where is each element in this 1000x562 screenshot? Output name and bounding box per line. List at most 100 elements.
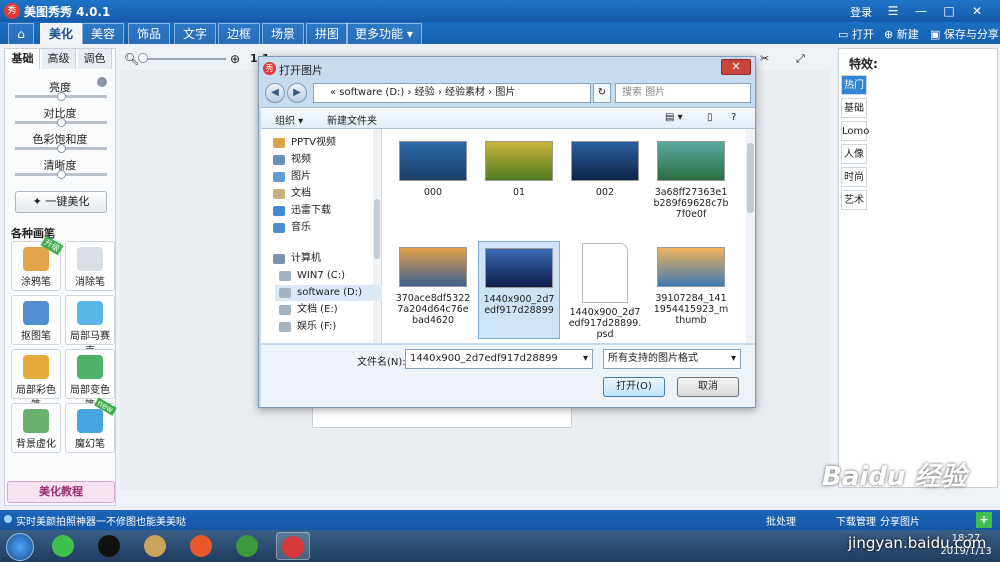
open-action[interactable]: ▭ 打开	[838, 26, 874, 42]
brush-tool-0[interactable]: 涂鸦笔 升级	[11, 235, 64, 291]
brush-tool-4[interactable]: 局部彩色笔	[11, 349, 61, 411]
skin-icon[interactable]: ☰	[884, 3, 902, 19]
file-item[interactable]: 000	[392, 135, 474, 233]
maximize-button[interactable]: □	[940, 3, 958, 19]
effect-tab-3[interactable]: 人像	[841, 144, 867, 164]
resize-icon[interactable]: ⤢	[796, 52, 805, 66]
file-item[interactable]: 370ace8df53227a204d64c76ebad4620	[392, 241, 474, 339]
nav-item-8[interactable]: software (D:)	[275, 285, 383, 301]
brush-label: 涂鸦笔	[21, 277, 51, 288]
menu-tab-6[interactable]: 拼图	[306, 23, 349, 44]
filetype-select[interactable]: 所有支持的图片格式 ▾	[603, 349, 741, 369]
menu-tab-5[interactable]: 场景	[262, 23, 305, 44]
filename-field[interactable]: 1440x900_2d7edf917d28899 ▾	[405, 349, 593, 369]
folder-icon: ▭	[838, 28, 852, 41]
nav-item-4[interactable]: 迅雷下载	[269, 203, 377, 219]
taskbar-app-1[interactable]	[92, 532, 126, 560]
file-item[interactable]: 3a68ff27363e1b289f69628c7b7f0e0f	[650, 135, 732, 233]
brush-tool-5[interactable]: 局部变色笔	[65, 349, 115, 411]
view-options-icon[interactable]: ▤ ▾	[665, 112, 683, 123]
effect-tab-5[interactable]: 艺术	[841, 190, 867, 210]
brush-tool-3[interactable]: 局部马赛克	[65, 295, 115, 357]
nav-item-label: 文档 (E:)	[297, 304, 338, 315]
login-link[interactable]: 登录	[850, 4, 872, 20]
zoom-slider[interactable]	[142, 58, 226, 60]
menu-tab-3[interactable]: 文字	[174, 23, 217, 44]
effect-tab-1[interactable]: 基础	[841, 98, 867, 118]
menu-tab-4[interactable]: 边框	[218, 23, 261, 44]
file-scrollbar[interactable]	[746, 129, 755, 343]
effect-tab-4[interactable]: 时尚	[841, 167, 867, 187]
brush-tool-6[interactable]: 背景虚化	[11, 403, 61, 453]
file-name: 1440x900_2d7edf917d28899.psd	[568, 307, 642, 340]
help-icon[interactable]: ?	[731, 112, 736, 123]
menu-tab-2[interactable]: 饰品	[128, 23, 171, 44]
file-item[interactable]: 1440x900_2d7edf917d28899	[478, 241, 560, 339]
batch-link[interactable]: 批处理	[766, 513, 796, 528]
search-input[interactable]: 搜索 图片	[615, 83, 751, 103]
nav-item-9[interactable]: 文档 (E:)	[275, 302, 383, 318]
file-item[interactable]: 1440x900_2d7edf917d28899.psd	[564, 241, 646, 340]
taskbar-app-4[interactable]	[230, 532, 264, 560]
nav-item-6[interactable]: 计算机	[269, 251, 377, 267]
dialog-close-button[interactable]: ✕	[721, 59, 751, 75]
file-item[interactable]: 01	[478, 135, 560, 233]
status-text[interactable]: 实时美颜拍照神器一不修图也能美美哒	[16, 513, 186, 528]
refresh-icon[interactable]: ↻	[593, 83, 611, 103]
zoom-out-icon[interactable]: 🔍︎	[124, 52, 139, 66]
cancel-button[interactable]: 取消	[677, 377, 739, 397]
slider-knob[interactable]	[57, 170, 66, 179]
baidu-watermark-url: jingyan.baidu.com	[848, 534, 987, 552]
new-folder-button[interactable]: 新建文件夹	[327, 112, 377, 127]
menu-tab-0[interactable]: 美化	[40, 23, 83, 44]
tutorial-button[interactable]: 美化教程	[7, 481, 115, 503]
new-action[interactable]: ⊕ 新建	[884, 26, 919, 42]
save-share-action[interactable]: ▣ 保存与分享	[930, 26, 999, 42]
open-button[interactable]: 打开(O)	[603, 377, 665, 397]
menu-tab-1[interactable]: 美容	[82, 23, 125, 44]
menu-tab-7[interactable]: 更多功能 ▾	[346, 23, 422, 44]
taskbar-app-3[interactable]	[184, 532, 218, 560]
nav-item-1[interactable]: 视频	[269, 152, 377, 168]
slider-knob[interactable]	[57, 144, 66, 153]
nav-item-5[interactable]: 音乐	[269, 220, 377, 236]
start-button[interactable]	[6, 533, 34, 561]
download-link[interactable]: 下载管理	[836, 513, 876, 528]
taskbar-app-2[interactable]	[138, 532, 172, 560]
slider-knob[interactable]	[57, 118, 66, 127]
left-tab-1[interactable]: 高级	[42, 49, 76, 69]
nav-item-2[interactable]: 图片	[269, 169, 377, 185]
left-tab-0[interactable]: 基础	[6, 49, 40, 69]
file-scroll-thumb[interactable]	[747, 143, 754, 213]
nav-item-3[interactable]: 文档	[269, 186, 377, 202]
forward-arrow-icon[interactable]: ▶	[287, 83, 307, 103]
add-icon[interactable]: +	[976, 512, 992, 528]
address-bar[interactable]: « software (D:) › 经验 › 经验素材 › 图片	[313, 83, 591, 103]
taskbar-app-0[interactable]	[46, 532, 80, 560]
minimize-button[interactable]: —	[912, 3, 930, 19]
brush-tool-7[interactable]: 魔幻笔 new	[65, 397, 117, 453]
effect-tab-2[interactable]: Lomo	[841, 121, 869, 141]
file-item[interactable]: 002	[564, 135, 646, 233]
nav-item-icon	[279, 322, 291, 332]
slider-knob[interactable]	[57, 92, 66, 101]
nav-item-7[interactable]: WIN7 (C:)	[275, 268, 383, 284]
organize-menu[interactable]: 组织 ▾	[275, 112, 303, 127]
zoom-knob[interactable]	[138, 53, 148, 63]
nav-item-10[interactable]: 娱乐 (F:)	[275, 319, 383, 335]
back-arrow-icon[interactable]: ◀	[265, 83, 285, 103]
onekey-beautify-button[interactable]: ✦ 一键美化	[15, 191, 107, 213]
effect-tab-0[interactable]: 热门	[841, 75, 867, 95]
crop-icon[interactable]: ✂	[760, 52, 769, 65]
brush-tool-2[interactable]: 抠图笔	[11, 295, 61, 345]
left-tab-2[interactable]: 调色	[78, 49, 112, 69]
home-tab[interactable]: ⌂	[8, 23, 34, 44]
file-item[interactable]: 39107284_1411954415923_mthumb	[650, 241, 732, 339]
zoom-in-icon[interactable]: ⊕	[230, 52, 240, 66]
nav-item-0[interactable]: PPTV视频	[269, 135, 377, 151]
share-link[interactable]: 分享图片	[880, 513, 920, 528]
taskbar-app-5[interactable]	[276, 532, 310, 560]
brush-tool-1[interactable]: 消除笔	[65, 241, 115, 291]
close-button[interactable]: ✕	[968, 3, 986, 19]
preview-pane-icon[interactable]: ▯	[707, 112, 713, 123]
